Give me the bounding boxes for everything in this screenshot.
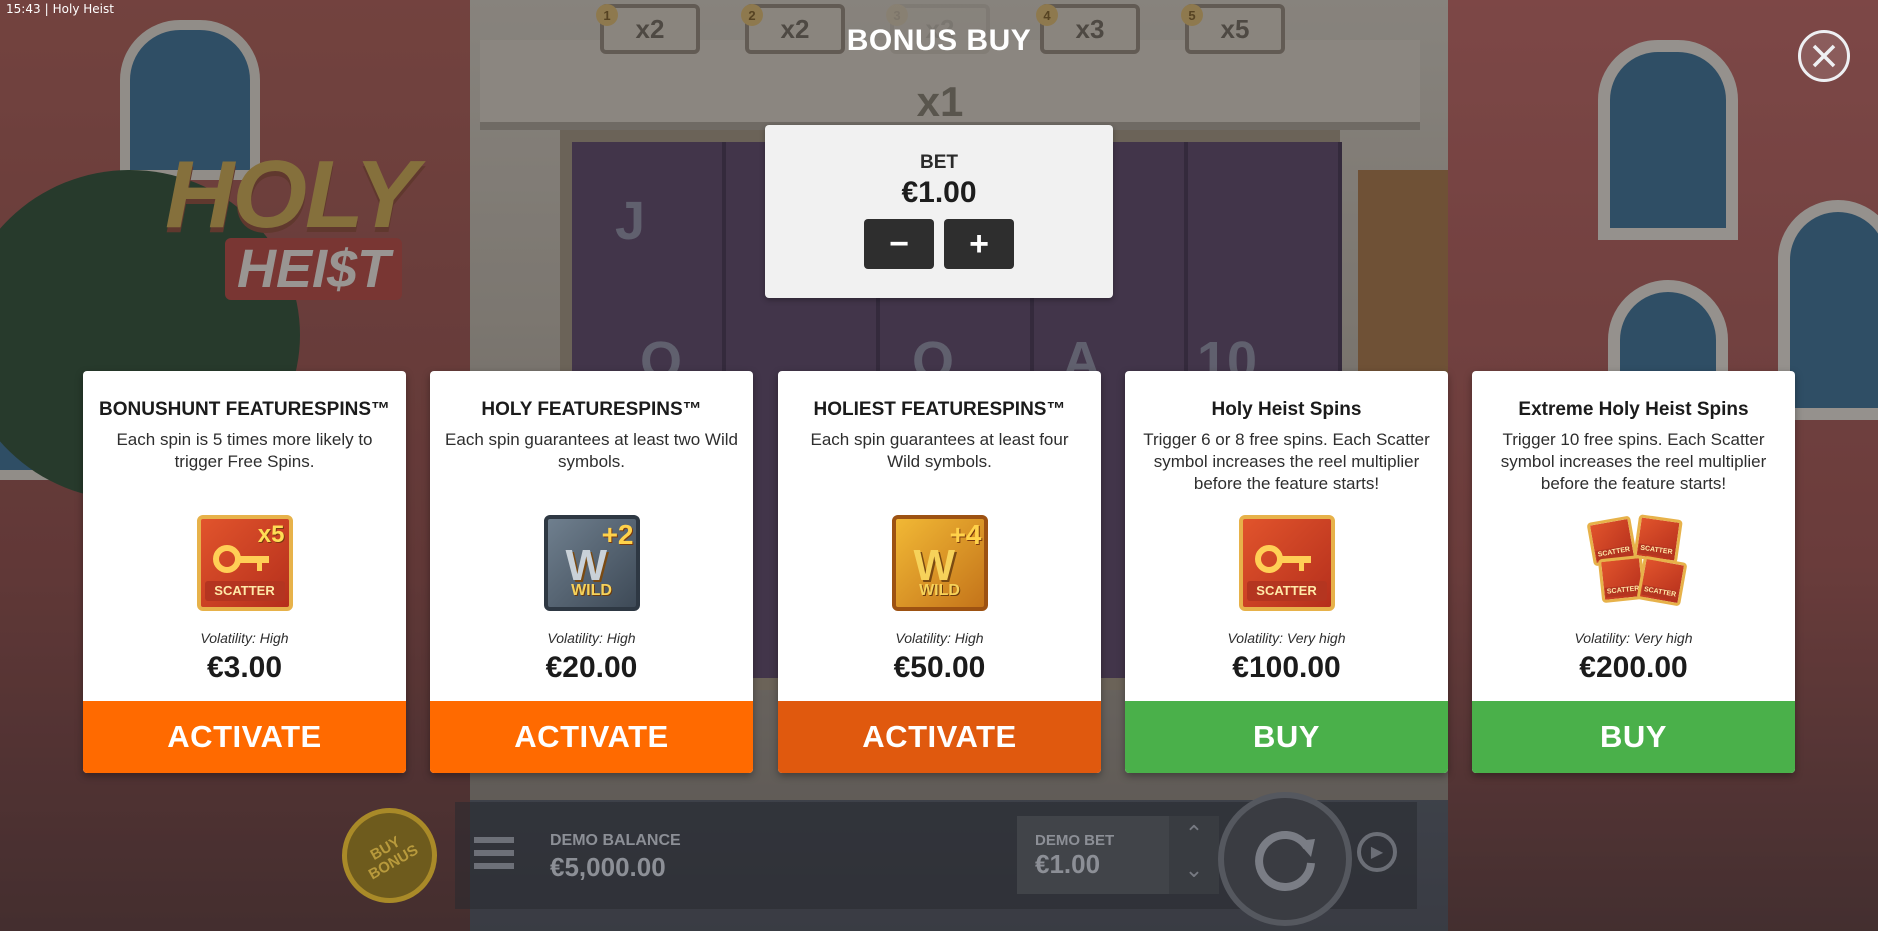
bet-label: BET [920,152,958,173]
activate-button[interactable]: ACTIVATE [83,701,406,773]
bonus-card: Extreme Holy Heist Spins Trigger 10 free… [1472,371,1795,773]
bonus-card-title: Holy Heist Spins [1211,399,1362,420]
bet-decrease-button[interactable]: − [864,219,934,269]
bonus-card-title: HOLIEST FEATURESPINS™ [813,399,1066,420]
bet-increase-button[interactable]: + [944,219,1014,269]
chevron-up-icon[interactable]: ⌃ [1169,816,1219,852]
bonus-card-description: Each spin is 5 times more likely to trig… [116,430,373,471]
activate-button[interactable]: ACTIVATE [778,701,1101,773]
demo-bet: DEMO BET €1.00 [1017,816,1169,894]
bonus-card-title: HOLY FEATURESPINS™ [481,399,702,420]
bonus-card: HOLY FEATURESPINS™ Each spin guarantees … [430,371,753,773]
demo-balance-value: €5,000.00 [550,852,666,882]
bonus-card: BONUSHUNT FEATURESPINS™ Each spin is 5 t… [83,371,406,773]
bonus-card: HOLIEST FEATURESPINS™ Each spin guarante… [778,371,1101,773]
buy-button[interactable]: BUY [1125,701,1448,773]
bonus-card-title: Extreme Holy Heist Spins [1518,399,1749,420]
volatility-label: Volatility: High [895,630,984,646]
volatility-label: Volatility: High [200,630,289,646]
status-time: 15:43 [6,2,41,16]
close-button[interactable] [1798,30,1850,82]
volatility-label: Volatility: Very high [1574,630,1693,646]
close-icon [1812,44,1836,68]
scatter-x5-icon: x5 SCATTER [196,515,293,611]
bonus-card-description: Each spin guarantees at least four Wild … [810,430,1069,471]
menu-icon[interactable] [474,837,514,871]
status-bar: 15:43 | Holy Heist [6,2,114,16]
bonus-card: Holy Heist Spins Trigger 6 or 8 free spi… [1125,371,1448,773]
demo-balance: DEMO BALANCE €5,000.00 [550,832,681,883]
bonus-price: €50.00 [893,651,986,684]
demo-bet-value: €1.00 [1035,849,1101,879]
bonus-price: €3.00 [206,651,283,684]
bet-panel: BET €1.00 − + [765,125,1113,298]
spin-button[interactable] [1218,792,1352,926]
bet-value: €1.00 [901,176,977,209]
autoplay-icon[interactable]: ▶ [1357,832,1397,872]
wild-plus4-icon: W +4 WILD [891,515,988,611]
bonus-price: €200.00 [1579,651,1688,684]
activate-button[interactable]: ACTIVATE [430,701,753,773]
wild-plus2-icon: W +2 WILD [543,515,640,611]
spin-icon [1255,831,1315,891]
scatter-stack-icon: SCATTER SCATTER SCATTER SCATTER [1586,514,1687,611]
demo-bet-label: DEMO BET [1035,832,1115,849]
volatility-label: Volatility: High [547,630,636,646]
bonus-card-title: BONUSHUNT FEATURESPINS™ [99,399,390,420]
bonus-card-description: Trigger 10 free spins. Each Scatter symb… [1500,430,1767,493]
status-app-name: Holy Heist [52,2,114,16]
bonus-card-description: Each spin guarantees at least two Wild s… [445,430,738,471]
demo-balance-label: DEMO BALANCE [550,832,681,849]
bonus-price: €100.00 [1232,651,1341,684]
bonus-card-description: Trigger 6 or 8 free spins. Each Scatter … [1143,430,1430,493]
dialog-title: BONUS BUY [846,24,1032,57]
bet-stepper[interactable]: ⌃ ⌄ [1169,816,1219,894]
volatility-label: Volatility: Very high [1227,630,1346,646]
chevron-down-icon[interactable]: ⌄ [1169,852,1219,888]
scatter-icon: SCATTER [1238,515,1335,611]
bonus-price: €20.00 [545,651,638,684]
buy-button[interactable]: BUY [1472,701,1795,773]
